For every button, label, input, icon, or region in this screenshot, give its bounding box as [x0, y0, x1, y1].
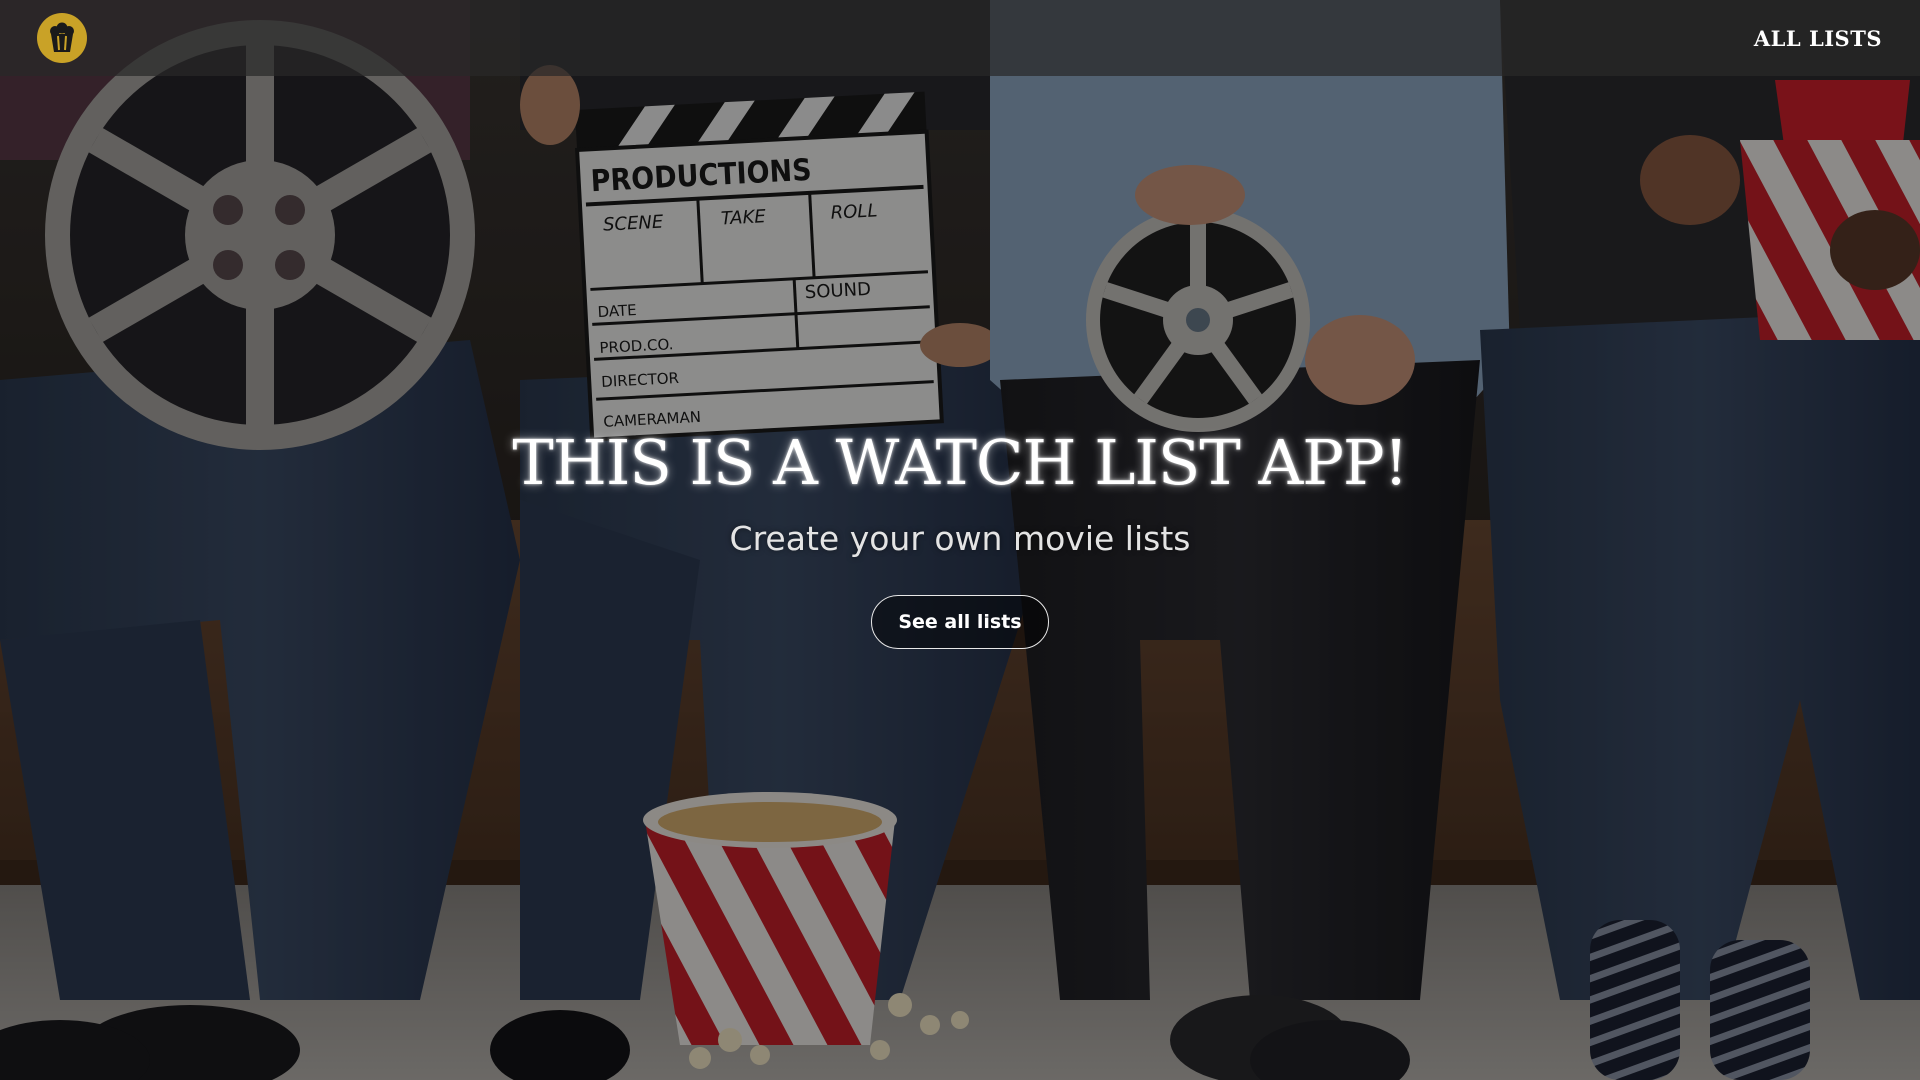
hero-section: THIS IS A WATCH LIST APP! Create your ow… — [0, 0, 1920, 1080]
hero-title: THIS IS A WATCH LIST APP! — [512, 426, 1408, 499]
hero-subtitle: Create your own movie lists — [729, 519, 1191, 558]
landing-page: PRODUCTIONS SCENE TAKE ROLL DATE SOUND P… — [0, 0, 1920, 1080]
see-all-lists-button[interactable]: See all lists — [871, 595, 1049, 649]
